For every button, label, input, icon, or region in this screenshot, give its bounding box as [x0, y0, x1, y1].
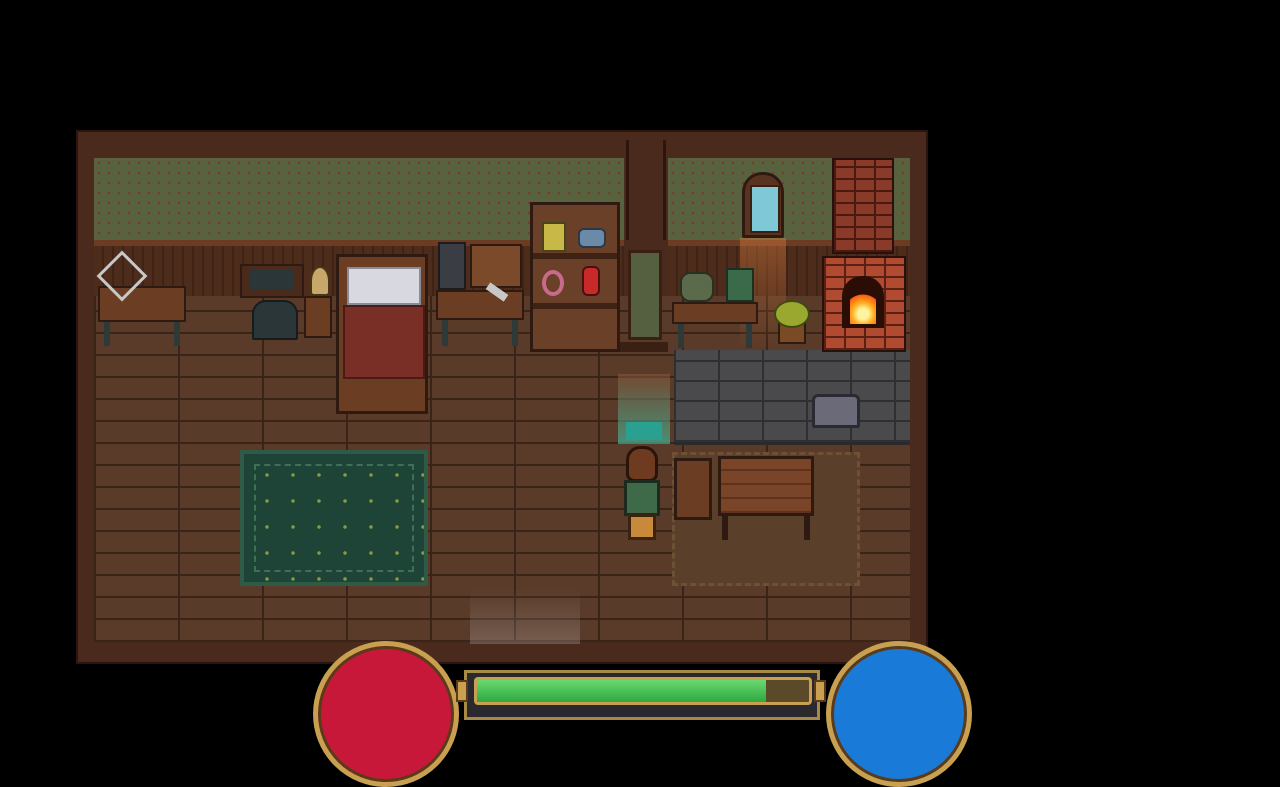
anvil-icon[interactable]	[812, 394, 860, 428]
health-orb	[313, 641, 459, 787]
bar-cap-left	[456, 680, 468, 702]
book-stack-icon[interactable]	[726, 268, 754, 302]
green-rug	[240, 450, 428, 586]
side-table-right[interactable]	[672, 302, 758, 324]
dining-table-leg	[722, 516, 728, 540]
fuel-canister-icon[interactable]	[582, 266, 600, 296]
workbench-leg	[174, 322, 180, 346]
chimney	[832, 158, 894, 254]
crafting-table-leg	[512, 320, 518, 346]
grinder-icon[interactable]	[680, 272, 714, 302]
player-head	[626, 446, 658, 482]
side-table-leg	[678, 324, 684, 348]
blanket	[343, 305, 425, 379]
stone-floor	[674, 350, 910, 445]
worm-icon[interactable]	[542, 270, 564, 296]
player-body	[624, 480, 660, 516]
stamina-bar	[474, 677, 812, 705]
side-table-leg	[746, 324, 752, 348]
exit-door-glow[interactable]	[470, 588, 580, 644]
bed[interactable]	[336, 254, 428, 414]
fire-icon	[850, 290, 876, 324]
rug-border-pattern	[254, 464, 414, 572]
room-divider-wall	[626, 140, 666, 240]
crafting-table-leg	[442, 320, 448, 346]
window	[742, 172, 784, 238]
plant-leaves-icon	[774, 300, 810, 328]
window-pane	[750, 185, 780, 233]
dining-table[interactable]	[718, 456, 814, 516]
transition-pad[interactable]	[626, 422, 662, 440]
workbench-leg	[104, 322, 110, 346]
divider-post	[628, 250, 662, 340]
player-character	[618, 446, 666, 544]
game-viewport[interactable]	[0, 0, 1280, 787]
watering-can-icon[interactable]	[578, 228, 606, 248]
mana-orb	[826, 641, 972, 787]
lantern-icon[interactable]	[310, 266, 330, 296]
stamina-bar-fill	[477, 680, 766, 702]
bar-cap-right	[814, 680, 826, 702]
iron-stove-icon[interactable]	[252, 300, 298, 340]
seed-packet-icon[interactable]	[542, 222, 566, 252]
chair[interactable]	[674, 458, 712, 520]
crafting-table[interactable]	[436, 290, 524, 320]
shelf-board	[533, 253, 617, 259]
doorway-glow	[618, 374, 670, 444]
shelf-board	[533, 303, 617, 309]
player-legs	[628, 514, 656, 540]
doorway-sill	[620, 342, 668, 352]
loom-weave-icon	[250, 270, 294, 290]
tool-rack-icon[interactable]	[470, 244, 522, 288]
dining-table-leg	[804, 516, 810, 540]
nightstand[interactable]	[304, 296, 332, 338]
cabinet-icon[interactable]	[438, 242, 466, 290]
potted-plant[interactable]	[770, 298, 810, 344]
pillow	[347, 267, 421, 305]
